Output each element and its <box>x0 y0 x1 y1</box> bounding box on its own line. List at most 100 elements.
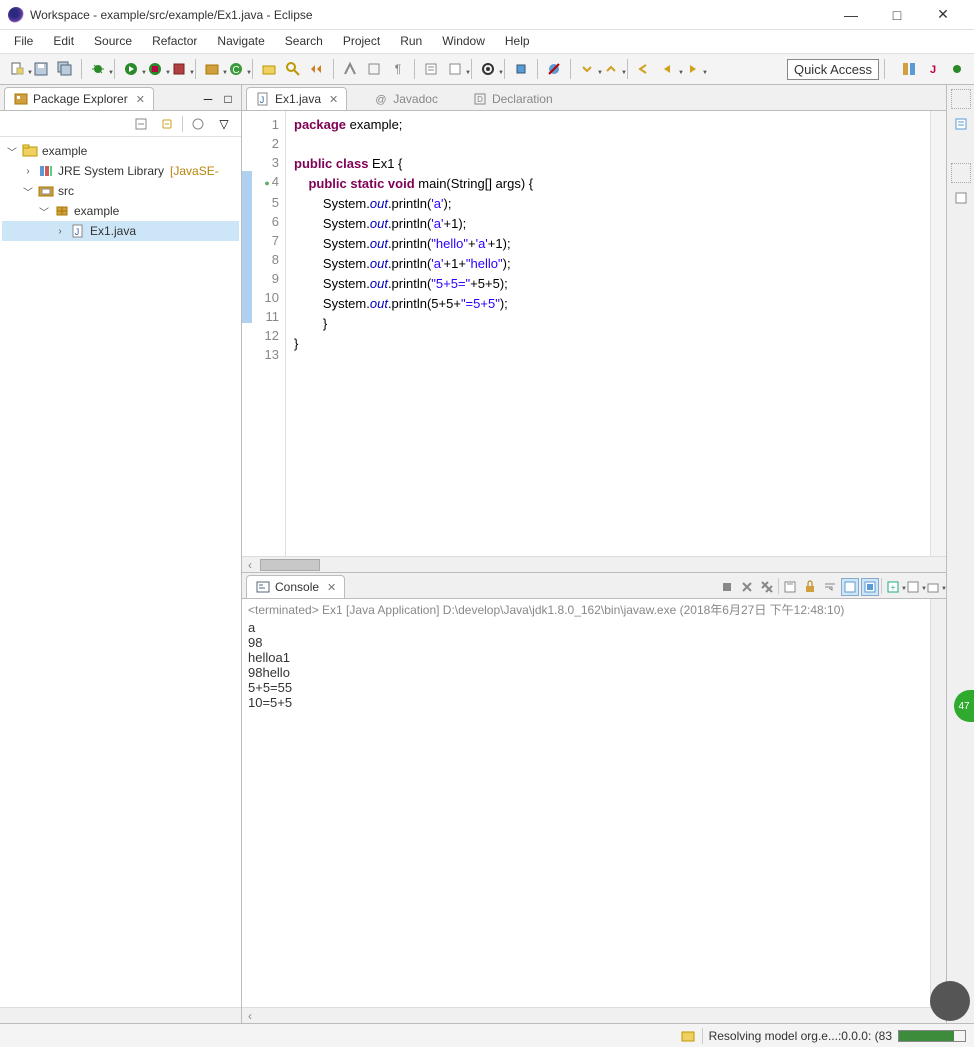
status-icon <box>680 1028 696 1044</box>
menu-search[interactable]: Search <box>275 30 333 53</box>
prev-annotation-button[interactable]: ▼ <box>600 58 622 80</box>
save-button[interactable] <box>30 58 52 80</box>
search-button[interactable] <box>282 58 304 80</box>
menu-window[interactable]: Window <box>432 30 495 53</box>
minimized-view-slot[interactable] <box>951 163 971 183</box>
menu-source[interactable]: Source <box>84 30 142 53</box>
remove-all-button[interactable] <box>758 578 776 596</box>
task-drop-button[interactable]: ▼ <box>444 58 466 80</box>
menu-navigate[interactable]: Navigate <box>207 30 274 53</box>
menu-edit[interactable]: Edit <box>43 30 84 53</box>
code-content[interactable]: package example; public class Ex1 { publ… <box>286 111 930 556</box>
skip-breakpoints-button[interactable] <box>543 58 565 80</box>
debug-button[interactable]: ▼ <box>87 58 109 80</box>
java-perspective-button[interactable]: J <box>922 58 944 80</box>
expand-icon[interactable]: ﹀ <box>22 184 34 199</box>
clear-console-button[interactable] <box>781 578 799 596</box>
link-editor-button[interactable] <box>156 113 178 135</box>
java-file-icon: J <box>255 91 271 107</box>
menu-run[interactable]: Run <box>390 30 432 53</box>
scroll-lock-button[interactable] <box>801 578 819 596</box>
new-class-button[interactable]: C▼ <box>225 58 247 80</box>
console-output[interactable]: <terminated> Ex1 [Java Application] D:\d… <box>242 599 946 1007</box>
tree-jre[interactable]: › JRE System Library [JavaSE- <box>2 161 239 181</box>
horizontal-scrollbar[interactable] <box>0 1007 241 1023</box>
menu-file[interactable]: File <box>4 30 43 53</box>
new-task-button[interactable] <box>420 58 442 80</box>
save-all-button[interactable] <box>54 58 76 80</box>
show-console-button[interactable] <box>861 578 879 596</box>
new-console-button[interactable]: ▼ <box>924 578 942 596</box>
new-button[interactable]: ▼ <box>6 58 28 80</box>
focus-task-button[interactable] <box>187 113 209 135</box>
package-explorer-tab[interactable]: Package Explorer ✕ <box>4 87 154 110</box>
minimized-view-slot[interactable] <box>951 89 971 109</box>
collapse-all-button[interactable] <box>130 113 152 135</box>
open-console-button[interactable]: +▼ <box>884 578 902 596</box>
run-button[interactable]: ▼ <box>120 58 142 80</box>
minimize-button[interactable]: — <box>828 1 874 29</box>
console-line: helloa1 <box>248 650 940 665</box>
toolbar-separator <box>114 59 115 79</box>
new-package-button[interactable]: ▼ <box>201 58 223 80</box>
open-perspective-button[interactable] <box>898 58 920 80</box>
menu-help[interactable]: Help <box>495 30 540 53</box>
external-tools-button[interactable]: ▼ <box>168 58 190 80</box>
close-tab-icon[interactable]: ✕ <box>329 93 338 106</box>
expand-icon[interactable]: ﹀ <box>6 144 18 159</box>
toolbar-separator <box>537 59 538 79</box>
forward-button[interactable]: ▼ <box>681 58 703 80</box>
pin-button[interactable] <box>510 58 532 80</box>
tree-package[interactable]: ﹀ example <box>2 201 239 221</box>
maximize-view-button[interactable]: □ <box>219 90 237 108</box>
next-annotation-button[interactable]: ▼ <box>576 58 598 80</box>
tree-project[interactable]: ﹀ example <box>2 141 239 161</box>
package-explorer-label: Package Explorer <box>33 92 128 106</box>
maximize-button[interactable]: □ <box>874 1 920 29</box>
pin-console-button[interactable] <box>841 578 859 596</box>
javadoc-tab[interactable]: @ Javadoc <box>355 88 446 110</box>
menu-refactor[interactable]: Refactor <box>142 30 207 53</box>
tasks-minimized-icon[interactable] <box>950 187 972 209</box>
tab-label: Javadoc <box>393 92 438 106</box>
show-whitespace-button[interactable]: ¶ <box>387 58 409 80</box>
toggle-block-button[interactable] <box>363 58 385 80</box>
display-selected-button[interactable]: ▼ <box>904 578 922 596</box>
close-button[interactable]: ✕ <box>920 1 966 29</box>
quick-access-field[interactable]: Quick Access <box>787 59 879 80</box>
debug-perspective-button[interactable] <box>946 58 968 80</box>
vertical-scrollbar[interactable] <box>930 599 946 1007</box>
expand-icon[interactable]: › <box>22 166 34 177</box>
terminate-button[interactable] <box>718 578 736 596</box>
close-view-icon[interactable]: ✕ <box>327 581 336 594</box>
tree-file[interactable]: › J Ex1.java <box>2 221 239 241</box>
menu-project[interactable]: Project <box>333 30 390 53</box>
word-wrap-button[interactable] <box>821 578 839 596</box>
expand-icon[interactable]: › <box>54 226 66 237</box>
overview-ruler[interactable] <box>930 111 946 556</box>
line-number-gutter[interactable]: 1 2 3 ●4 5 6 7 8 9 10 11 12 13 <box>242 111 286 556</box>
editor-tab-active[interactable]: J Ex1.java ✕ <box>246 87 347 110</box>
view-menu-button[interactable]: ▽ <box>213 113 235 135</box>
console-tab[interactable]: Console ✕ <box>246 575 345 598</box>
declaration-tab[interactable]: D Declaration <box>454 88 561 110</box>
package-explorer-tree[interactable]: ﹀ example › JRE System Library [JavaSE- … <box>0 137 241 1007</box>
outline-minimized-icon[interactable] <box>950 113 972 135</box>
console-line: a <box>248 620 940 635</box>
editor-horizontal-scrollbar[interactable]: ‹ <box>242 556 946 572</box>
expand-icon[interactable]: ﹀ <box>38 204 50 219</box>
toggle-breadcrumb-button[interactable] <box>306 58 328 80</box>
open-type-button[interactable] <box>258 58 280 80</box>
coverage-button[interactable]: ▼ <box>144 58 166 80</box>
last-edit-button[interactable] <box>633 58 655 80</box>
close-view-icon[interactable]: ✕ <box>136 93 145 106</box>
console-horizontal-scrollbar[interactable]: ‹ <box>242 1007 946 1023</box>
minimize-view-button[interactable]: ─ <box>199 90 217 108</box>
back-button[interactable]: ▼ <box>657 58 679 80</box>
tree-src[interactable]: ﹀ src <box>2 181 239 201</box>
annotation-button[interactable]: ▼ <box>477 58 499 80</box>
remove-launch-button[interactable] <box>738 578 756 596</box>
toggle-mark-button[interactable] <box>339 58 361 80</box>
code-editor[interactable]: 1 2 3 ●4 5 6 7 8 9 10 11 12 13 package e… <box>242 111 946 556</box>
console-line: 98 <box>248 635 940 650</box>
